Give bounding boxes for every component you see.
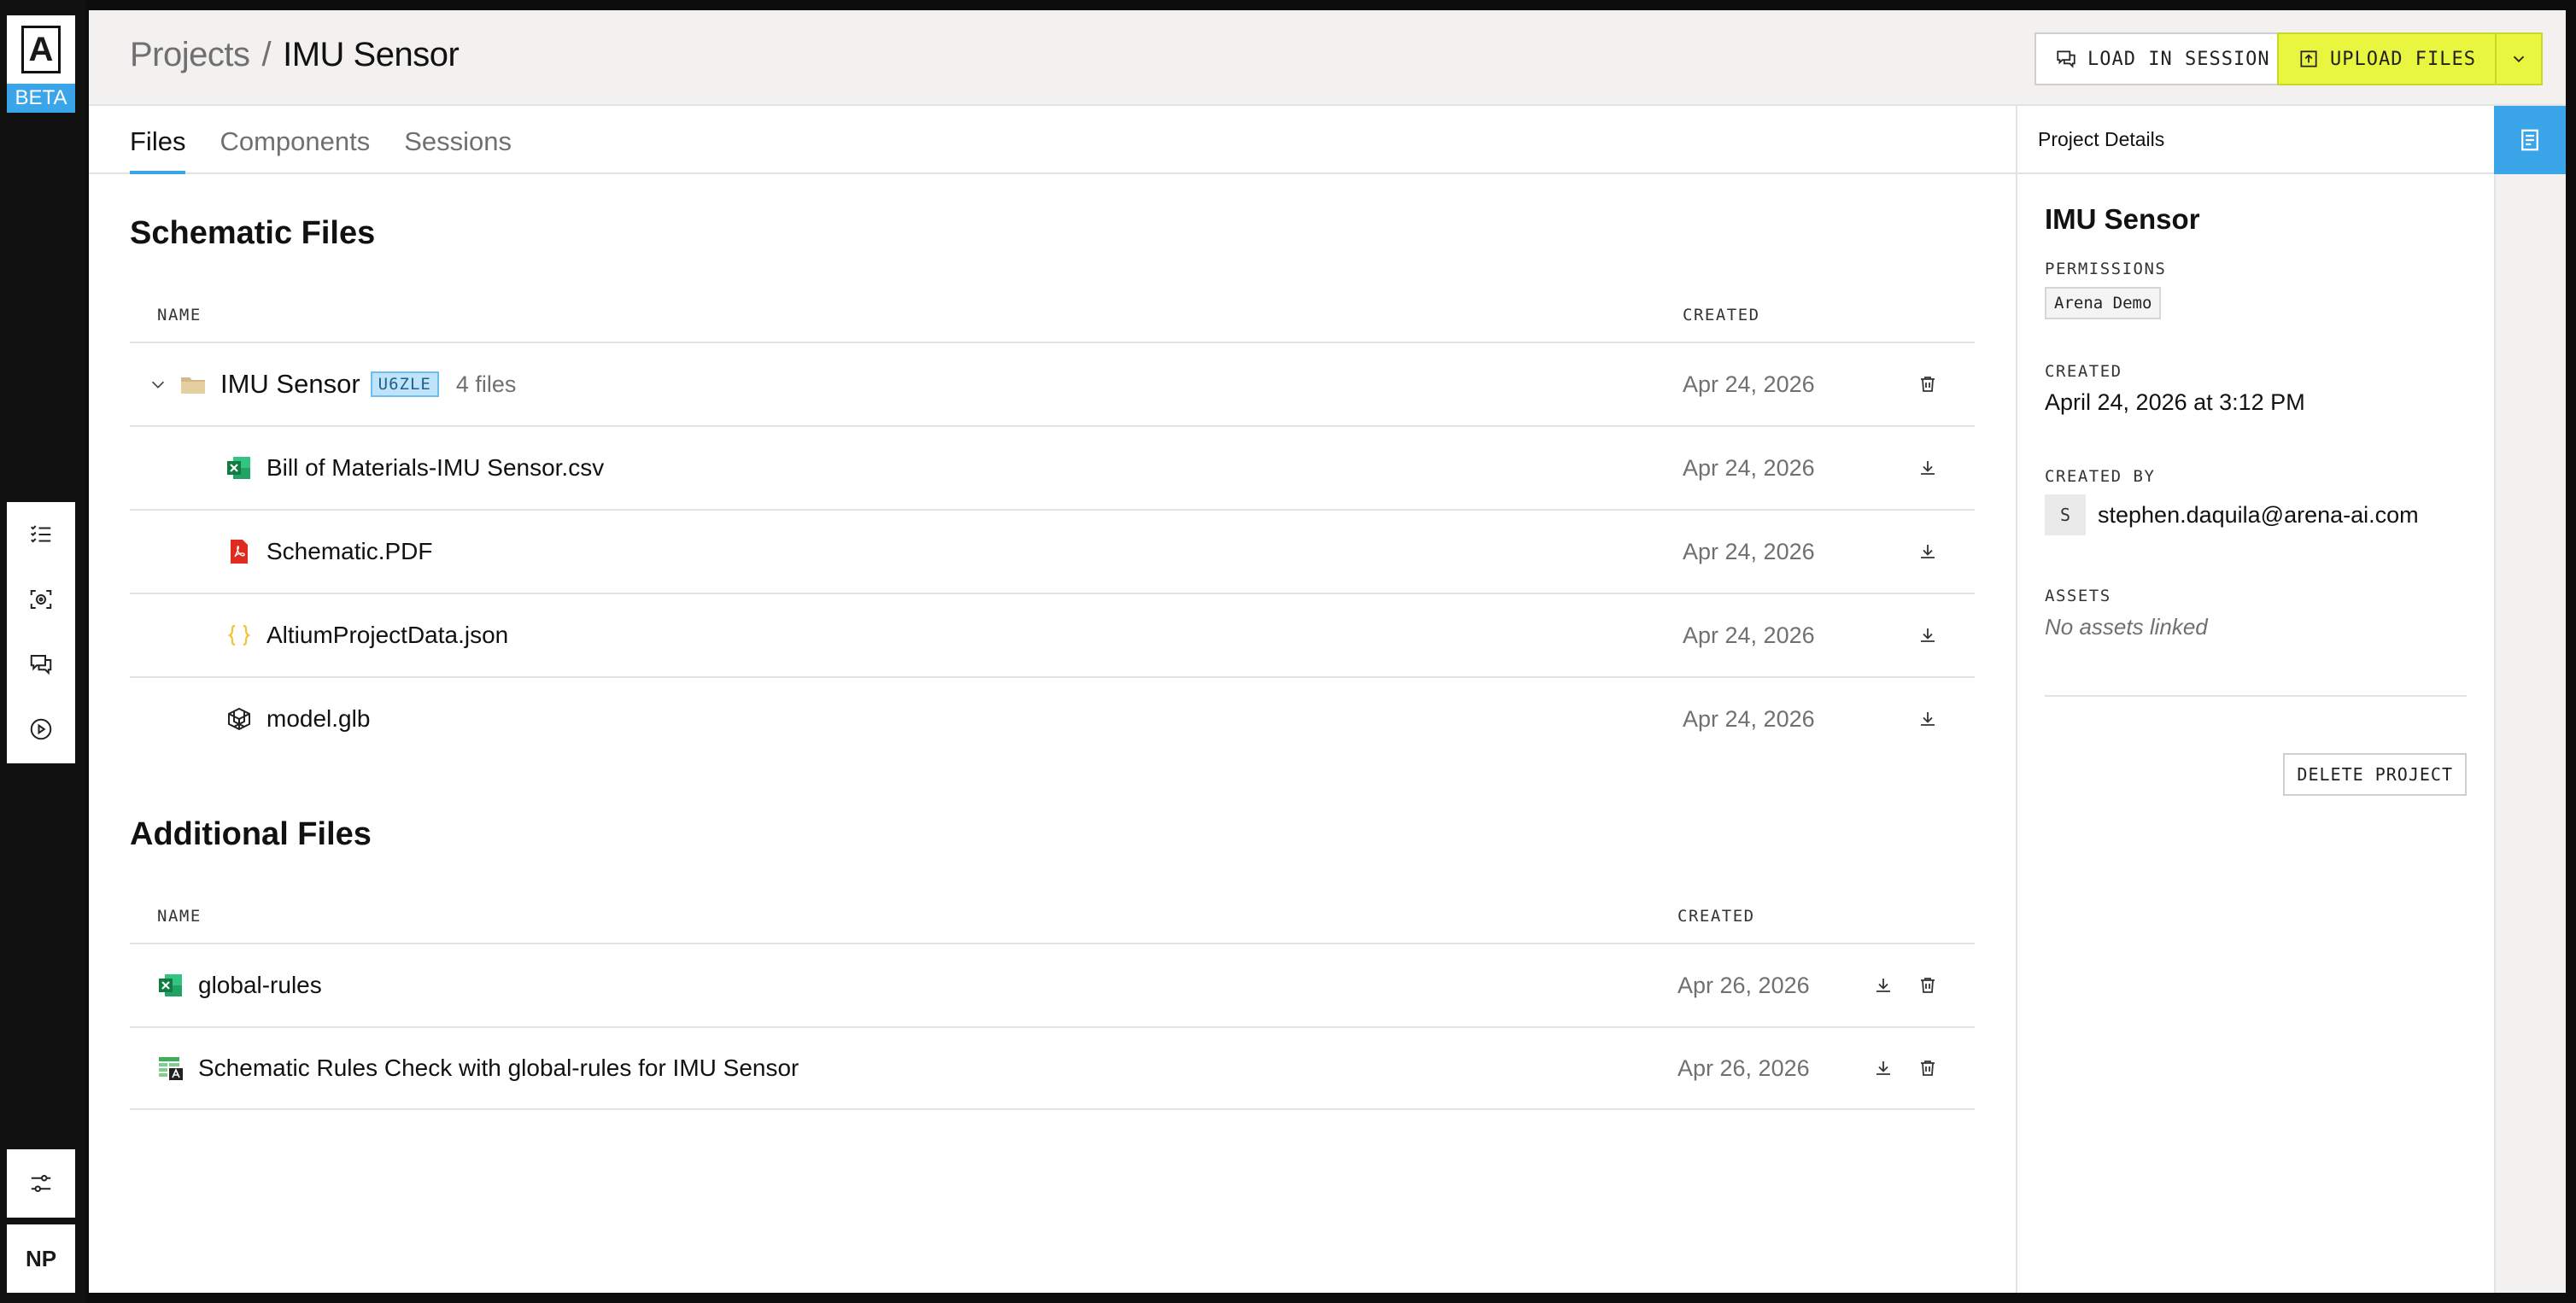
user-avatar[interactable]: NP <box>7 1224 75 1293</box>
file-created: Apr 24, 2026 <box>1683 454 1815 481</box>
created-label: CREATED <box>2045 362 2122 381</box>
upload-icon <box>2300 50 2317 67</box>
file-row[interactable]: Bill of Materials-IMU Sensor.csv Apr 24,… <box>130 425 1975 509</box>
file-name: Bill of Materials-IMU Sensor.csv <box>266 454 605 481</box>
file-name: Schematic Rules Check with global-rules … <box>198 1055 799 1081</box>
folder-row[interactable]: IMU Sensor U6ZLE 4 files Apr 24, 2026 <box>130 342 1975 425</box>
beta-badge: BETA <box>7 84 75 113</box>
chat-icon[interactable] <box>27 651 55 678</box>
page-title: IMU Sensor <box>283 36 460 73</box>
rules-sheet-icon <box>157 1055 184 1082</box>
tab-bar: Files Components Sessions <box>89 106 2016 174</box>
breadcrumb-projects[interactable]: Projects <box>130 36 250 74</box>
json-icon <box>225 622 253 649</box>
file-created: Apr 24, 2026 <box>1683 705 1815 732</box>
file-name: Schematic.PDF <box>266 538 433 564</box>
play-icon[interactable] <box>27 716 55 743</box>
trash-icon[interactable] <box>1917 373 1939 395</box>
rail-nav-group <box>7 502 75 763</box>
file-name: global-rules <box>198 972 322 998</box>
file-created: Apr 24, 2026 <box>1683 622 1815 648</box>
tab-components[interactable]: Components <box>220 106 370 172</box>
tab-files[interactable]: Files <box>130 106 186 174</box>
project-details-panel: Project Details IMU Sensor PERMISSIONS A… <box>2016 106 2494 1293</box>
download-icon[interactable] <box>1917 708 1939 730</box>
scan-icon[interactable] <box>27 586 55 613</box>
file-created: Apr 24, 2026 <box>1683 538 1815 564</box>
excel-icon <box>225 454 253 482</box>
file-row[interactable]: Schematic.PDF Apr 24, 2026 <box>130 509 1975 593</box>
logo-mark: A <box>21 26 61 73</box>
delete-project-button[interactable]: DELETE PROJECT <box>2283 753 2467 796</box>
document-icon <box>2521 129 2538 151</box>
trash-icon[interactable] <box>1917 974 1939 996</box>
folder-badge: U6ZLE <box>370 371 439 397</box>
load-in-session-label: LOAD IN SESSION <box>2087 48 2270 70</box>
file-created: Apr 26, 2026 <box>1677 972 1810 998</box>
file-created: Apr 26, 2026 <box>1677 1055 1810 1081</box>
details-toggle-button[interactable] <box>2494 106 2566 174</box>
chat-icon <box>2057 50 2075 68</box>
project-name: IMU Sensor <box>2045 203 2200 235</box>
user-initials: NP <box>25 1245 57 1271</box>
checklist-icon[interactable] <box>27 521 55 548</box>
download-icon[interactable] <box>1917 457 1939 479</box>
chevron-down-icon <box>2513 56 2525 63</box>
main-frame: Projects / IMU Sensor LOAD IN SESSION UP… <box>89 10 2566 1293</box>
cube-icon <box>225 705 253 733</box>
assets-empty-state: No assets linked <box>2045 614 2208 640</box>
folder-name: IMU Sensor <box>220 369 360 399</box>
col-header-name: NAME <box>157 907 202 926</box>
schematic-files-title: Schematic Files <box>130 215 376 251</box>
file-row[interactable]: Schematic Rules Check with global-rules … <box>130 1026 1975 1110</box>
created-by-label: CREATED BY <box>2045 467 2156 486</box>
file-row[interactable]: global-rules Apr 26, 2026 <box>130 943 1975 1026</box>
additional-files-title: Additional Files <box>130 816 372 852</box>
breadcrumb: Projects / IMU Sensor <box>130 36 460 74</box>
top-bar: Projects / IMU Sensor LOAD IN SESSION UP… <box>89 10 2566 106</box>
file-name: AltiumProjectData.json <box>266 622 509 648</box>
folder-file-count: 4 files <box>455 371 517 397</box>
sliders-icon[interactable] <box>7 1149 75 1218</box>
permission-tag: Arena Demo <box>2045 287 2162 319</box>
file-row[interactable]: AltiumProjectData.json Apr 24, 2026 <box>130 593 1975 676</box>
col-header-created: CREATED <box>1683 306 1760 324</box>
upload-files-button-group: UPLOAD FILES <box>2277 32 2543 85</box>
upload-files-button[interactable]: UPLOAD FILES <box>2279 34 2495 84</box>
download-icon[interactable] <box>1917 624 1939 646</box>
app-logo[interactable]: A BETA <box>7 15 75 113</box>
trash-icon[interactable] <box>1917 1057 1939 1079</box>
creator-email: stephen.daquila@arena-ai.com <box>2098 501 2419 528</box>
breadcrumb-separator: / <box>261 36 272 73</box>
download-icon[interactable] <box>1917 540 1939 563</box>
panel-header: Project Details <box>2017 106 2494 174</box>
permissions-label: PERMISSIONS <box>2045 260 2167 278</box>
creator: S stephen.daquila@arena-ai.com <box>2045 494 2467 535</box>
divider <box>2045 695 2467 697</box>
left-rail: A BETA NP <box>0 0 85 1303</box>
download-icon[interactable] <box>1872 974 1894 996</box>
assets-label: ASSETS <box>2045 587 2111 605</box>
right-strip <box>2494 106 2566 1293</box>
folder-icon <box>179 371 207 398</box>
chevron-down-icon[interactable] <box>149 374 169 394</box>
load-in-session-button[interactable]: LOAD IN SESSION <box>2034 32 2291 85</box>
folder-created: Apr 24, 2026 <box>1683 371 1815 397</box>
col-header-created: CREATED <box>1677 907 1755 926</box>
file-name: model.glb <box>266 705 371 732</box>
file-row[interactable]: model.glb Apr 24, 2026 <box>130 676 1975 760</box>
upload-files-label: UPLOAD FILES <box>2330 48 2476 70</box>
pdf-icon <box>225 538 253 565</box>
col-header-name: NAME <box>157 306 202 324</box>
avatar: S <box>2045 494 2086 535</box>
excel-icon <box>157 972 184 999</box>
tab-sessions[interactable]: Sessions <box>404 106 512 172</box>
download-icon[interactable] <box>1872 1057 1894 1079</box>
created-value: April 24, 2026 at 3:12 PM <box>2045 389 2305 415</box>
upload-options-toggle[interactable] <box>2494 34 2541 84</box>
